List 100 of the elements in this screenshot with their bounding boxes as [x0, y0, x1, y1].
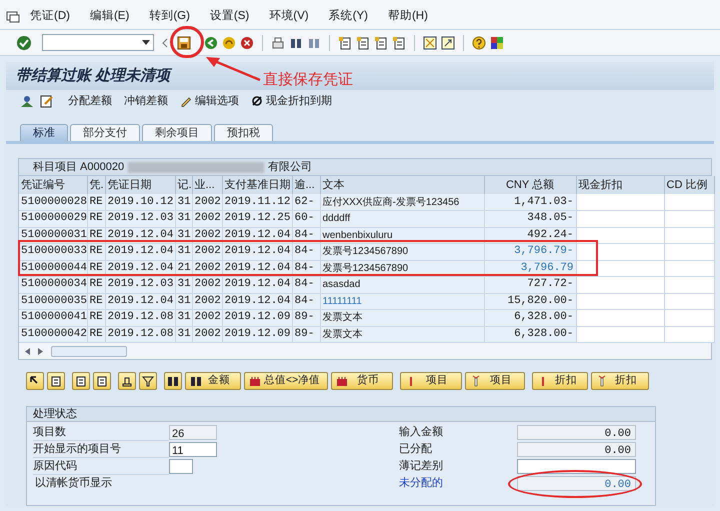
table-cell: 5100000035: [19, 293, 87, 310]
person-icon[interactable]: [20, 94, 34, 108]
page-icon[interactable]: [356, 36, 370, 50]
scroll-left-icon[interactable]: [25, 348, 30, 354]
page-icon[interactable]: [392, 36, 406, 50]
column-header[interactable]: 记.: [175, 176, 192, 194]
scrollbar-thumb[interactable]: [51, 346, 127, 356]
window-icon[interactable]: [423, 36, 437, 50]
edit-icon[interactable]: [40, 94, 54, 108]
menu-item[interactable]: 凭证(D): [30, 8, 70, 25]
table-cell: 60-: [292, 210, 320, 227]
table-cell: 2019.12.03: [105, 210, 175, 227]
cancel-icon[interactable]: [240, 36, 254, 50]
table-cell: 2019.12.04: [105, 293, 175, 310]
column-header[interactable]: CD 比例: [664, 176, 714, 194]
menu-item[interactable]: 环境(V): [269, 8, 309, 25]
table-cell: 5100000042: [19, 326, 87, 342]
column-header[interactable]: CNY 总额: [484, 176, 576, 194]
column-header[interactable]: 凭证日期: [105, 176, 175, 194]
page-icon[interactable]: [338, 36, 352, 50]
toolbar-button[interactable]: [164, 372, 182, 390]
table-cell: 应付XXX供应商-发票号123456: [320, 194, 484, 210]
column-header[interactable]: 逾...: [292, 176, 320, 194]
toolbar-button[interactable]: [118, 372, 136, 390]
toolbar-button[interactable]: 总值<>净值: [244, 372, 328, 390]
chevron-left-icon[interactable]: [162, 38, 168, 48]
table-caption: 有限公司: [268, 160, 312, 175]
marker-icon: [470, 375, 482, 387]
tab[interactable]: 剩余项目: [142, 124, 212, 141]
menu-item[interactable]: 系统(Y): [328, 8, 368, 25]
table-cell: 5100000028: [19, 194, 87, 210]
input-field[interactable]: 11: [169, 442, 217, 457]
input-field[interactable]: [517, 459, 636, 474]
print-icon[interactable]: [271, 36, 285, 50]
column-header[interactable]: 凭.: [87, 176, 105, 194]
tab[interactable]: 预扣税: [214, 124, 273, 141]
toolbar-button[interactable]: 项目: [400, 372, 462, 390]
table-cell: 2019.12.04: [222, 293, 292, 310]
column-header[interactable]: 文本: [320, 176, 484, 194]
window-icon[interactable]: [441, 36, 455, 50]
toolbar-button[interactable]: 现金折扣到期: [251, 92, 332, 110]
input-field[interactable]: [169, 459, 193, 474]
field-label: 薄记差别: [399, 458, 444, 474]
menu-item[interactable]: 设置(S): [210, 8, 250, 25]
tab[interactable]: 部分支付: [70, 124, 140, 141]
field-link[interactable]: 未分配的: [399, 475, 517, 492]
table-cell: 6,328.00-: [484, 310, 576, 326]
table-cell: 发票文本: [320, 310, 484, 326]
page-icon[interactable]: [374, 36, 388, 50]
marker-icon: [596, 375, 608, 387]
check-icon[interactable]: [16, 34, 32, 50]
table-cell: 727.72-: [484, 276, 576, 293]
table-cell: 2019.10.12: [105, 194, 175, 210]
toolbar-button[interactable]: 折扣: [532, 372, 588, 390]
table-cell: 31: [175, 194, 192, 210]
toolbar-button[interactable]: 冲销差额: [124, 92, 168, 110]
field-label: 已分配: [399, 442, 433, 458]
table-cell: 2002: [192, 276, 222, 293]
scroll-right-icon[interactable]: [38, 348, 43, 354]
column-header[interactable]: 凭证编号: [19, 176, 87, 194]
table-cell: 2002: [192, 194, 222, 210]
window-menu-icon[interactable]: [6, 11, 20, 23]
table-cell: 15,820.00-: [484, 293, 576, 310]
input-field: 26: [169, 425, 217, 440]
column-header[interactable]: 支付基准日期: [222, 176, 292, 194]
document-icon: [75, 375, 87, 387]
toolbar-button[interactable]: 折扣: [591, 372, 649, 390]
toolbar-button[interactable]: 编辑选项: [180, 92, 239, 110]
table-cell: 5100000029: [19, 210, 87, 227]
menu-item[interactable]: 编辑(E): [90, 8, 130, 25]
toolbar-button[interactable]: [26, 372, 44, 390]
toolbar-button[interactable]: [139, 372, 157, 390]
table-cell: 2019.12.09: [222, 310, 292, 326]
column-header[interactable]: 现金折扣: [576, 176, 664, 194]
toolbar-button[interactable]: [72, 372, 90, 390]
document-icon: [50, 375, 62, 387]
save-icon[interactable]: [176, 34, 192, 50]
help-icon[interactable]: [472, 36, 486, 50]
table-cell: 6,328.00-: [484, 326, 576, 342]
column-header[interactable]: 业...: [192, 176, 222, 194]
toolbar-button[interactable]: [93, 372, 111, 390]
toolbar-button[interactable]: 分配差额: [68, 92, 112, 110]
dropdown-caret-icon: [142, 40, 150, 45]
table-cell: 2019.12.09: [222, 326, 292, 342]
back-icon[interactable]: [204, 36, 218, 50]
menu-item[interactable]: 转到(G): [149, 8, 190, 25]
exit-icon[interactable]: [222, 36, 236, 50]
tab[interactable]: 标准: [20, 124, 68, 141]
toolbar-button[interactable]: 货币: [331, 372, 393, 390]
empty-set-icon: [251, 95, 263, 107]
palette-icon[interactable]: [490, 36, 504, 50]
table-cell: 2002: [192, 310, 222, 326]
menu-item[interactable]: 帮助(H): [388, 8, 428, 25]
toolbar-button[interactable]: [47, 372, 65, 390]
table-cell: 2002: [192, 293, 222, 310]
table-cell: 11111111: [320, 293, 484, 310]
table-cell: 62-: [292, 194, 320, 210]
toolbar-button[interactable]: 项目: [465, 372, 525, 390]
command-field[interactable]: [42, 34, 154, 51]
toolbar-button[interactable]: 金额: [185, 372, 241, 390]
